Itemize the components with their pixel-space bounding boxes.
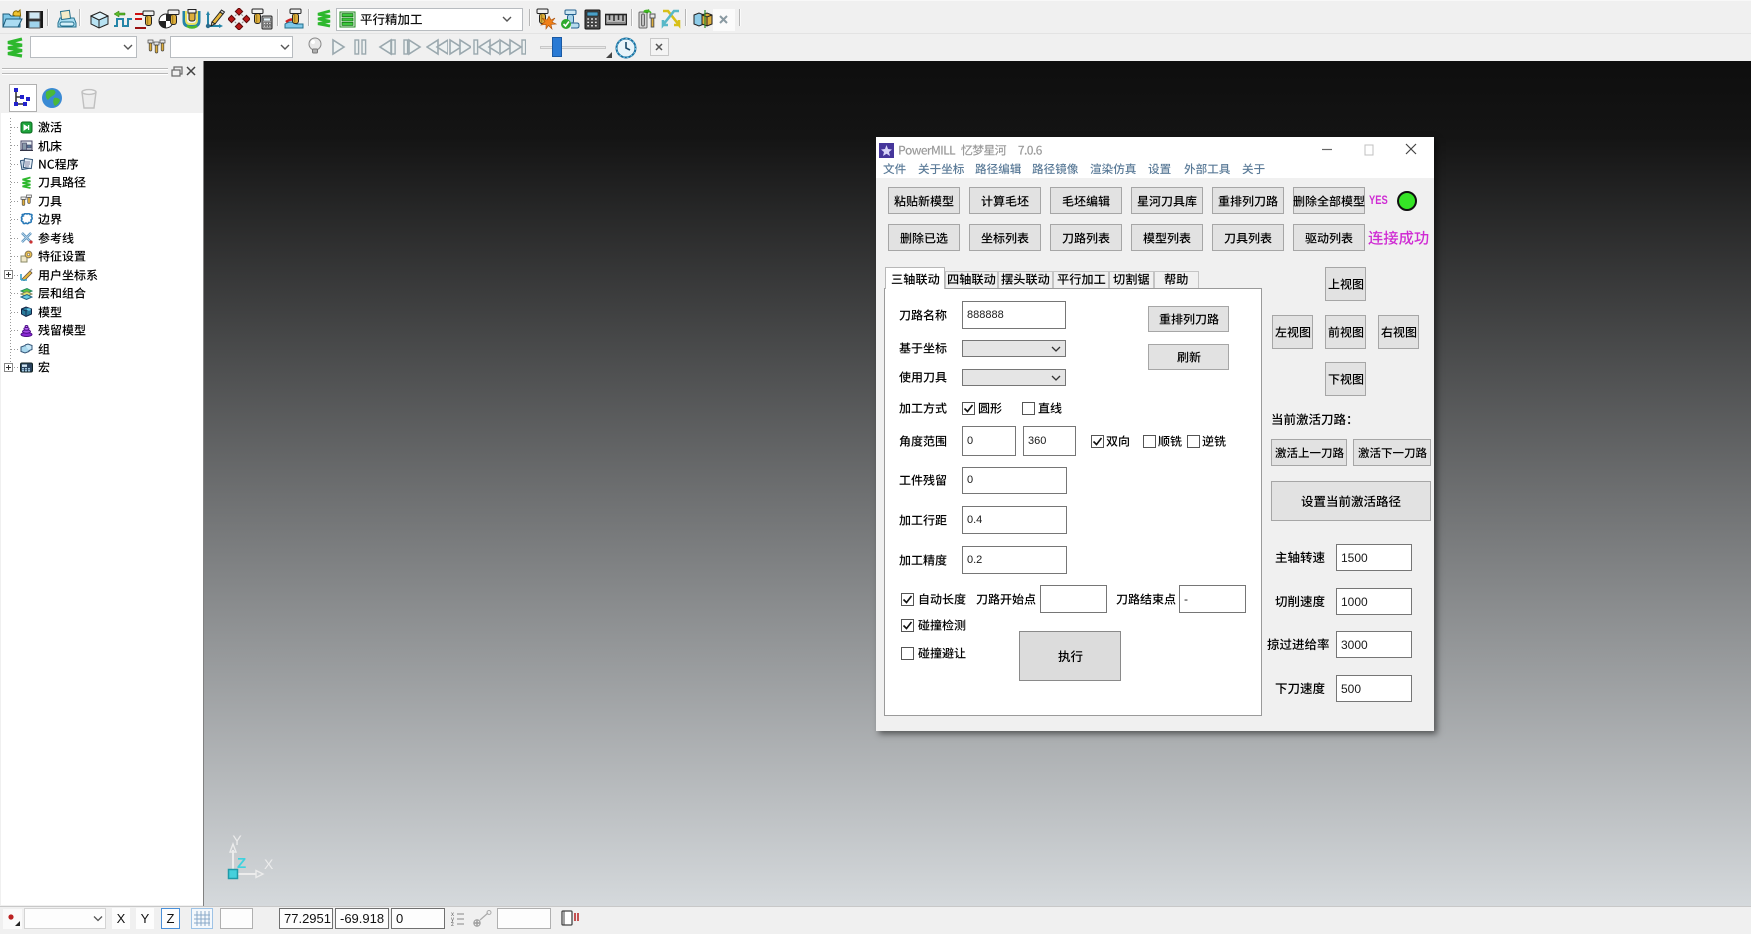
svg-text:Y: Y (232, 832, 242, 848)
svg-text:Z: Z (237, 855, 246, 872)
svg-text:z: z (451, 922, 454, 928)
svg-text:X: X (264, 856, 274, 872)
